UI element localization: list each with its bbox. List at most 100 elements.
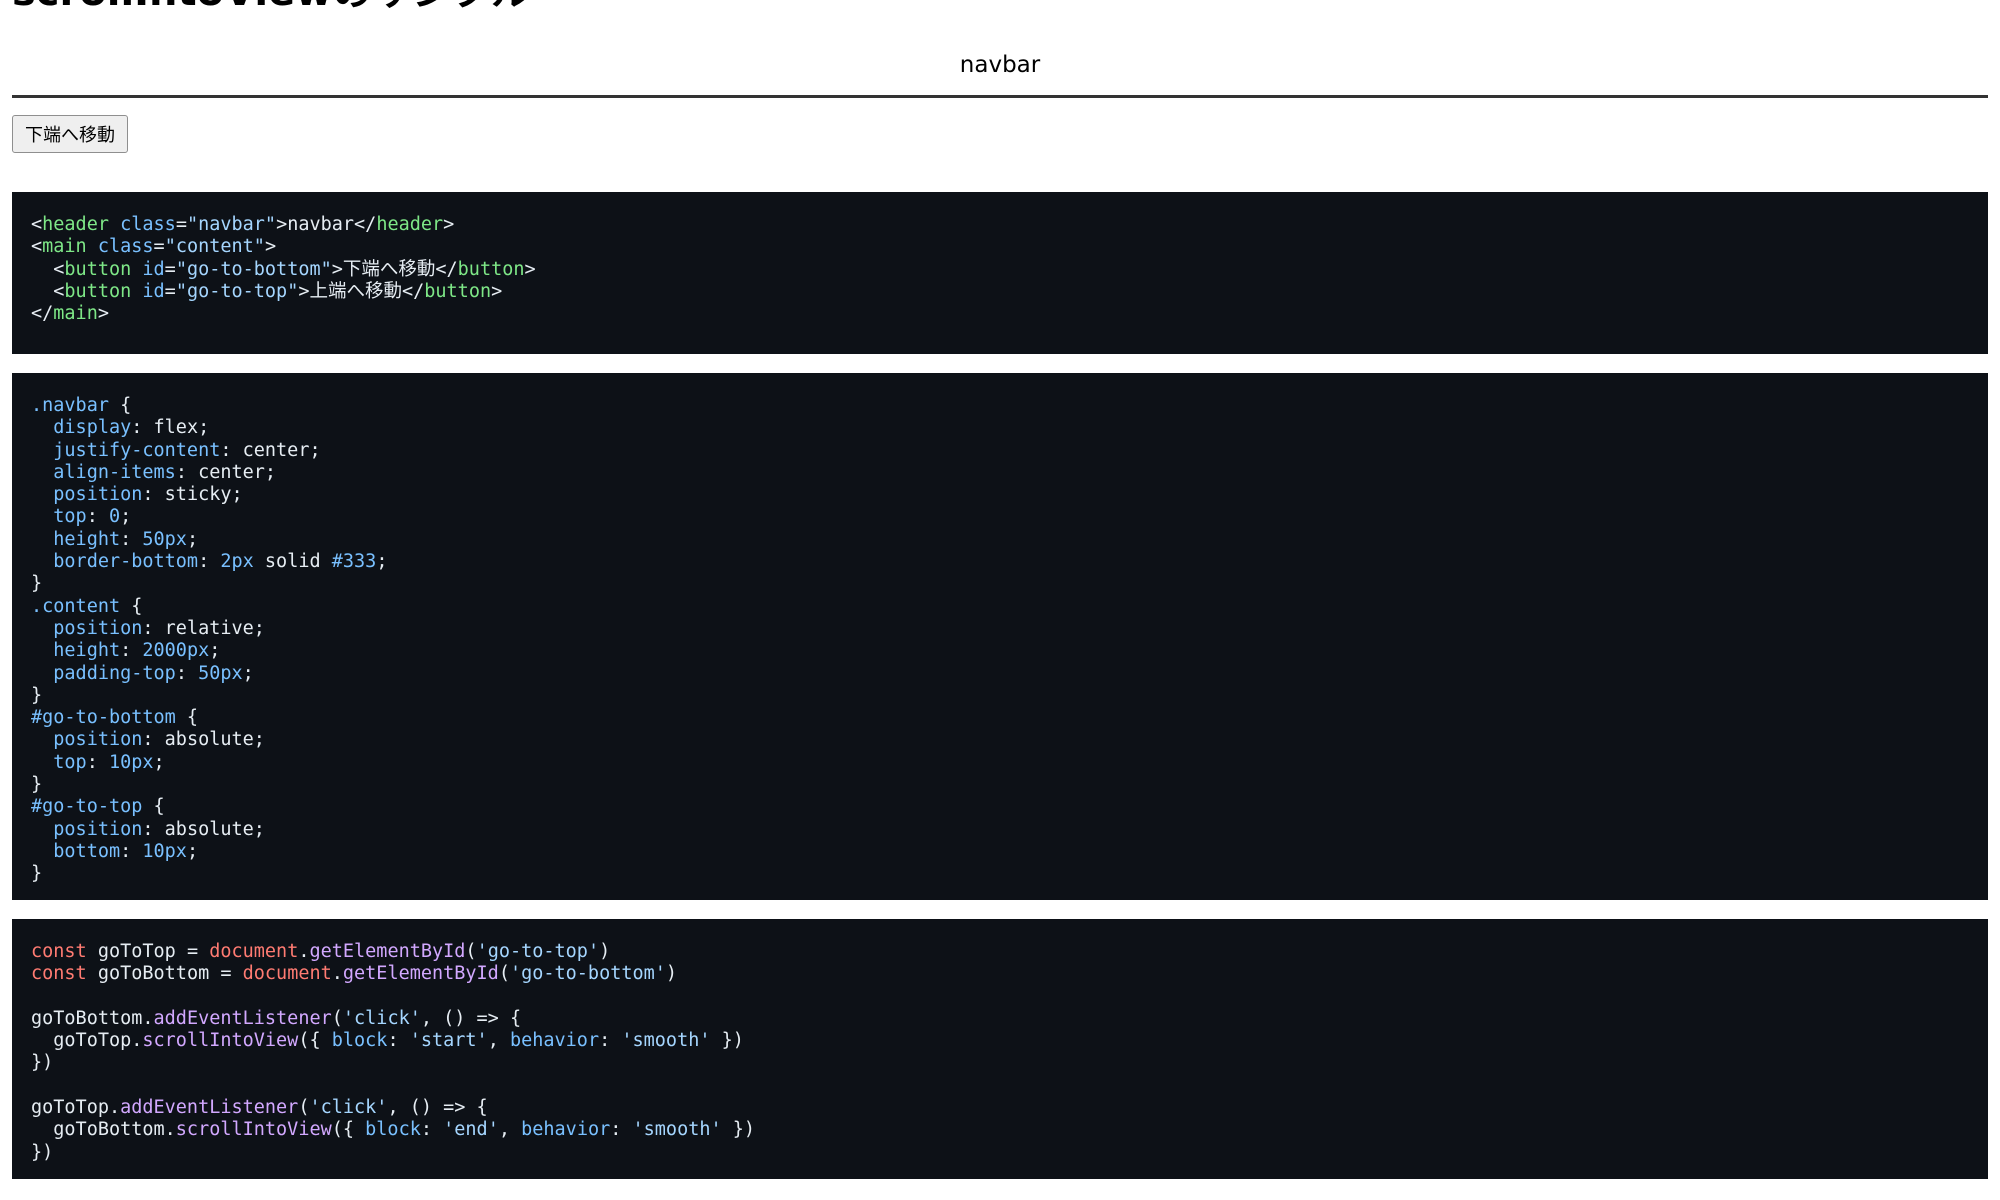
code-token: header <box>376 214 444 235</box>
code-token: > <box>491 280 503 302</box>
code-token: 'smooth' <box>632 1119 722 1141</box>
code-token: 0 <box>108 506 121 528</box>
code-token: ( <box>498 963 510 985</box>
code-token: : center; <box>220 439 321 461</box>
code-token: , () => { <box>420 1007 522 1029</box>
code-line: <header class="navbar">navbar</header> <box>31 214 454 235</box>
go-to-bottom-button[interactable]: 下端へ移動 <box>12 115 128 153</box>
code-token: getElementById <box>342 963 499 985</box>
code-token: { <box>175 707 199 729</box>
code-line: align-items: center; <box>31 462 276 483</box>
code-token: : sticky; <box>142 484 243 506</box>
code-line: bottom: 10px; <box>31 841 198 862</box>
code-token: header <box>42 214 109 235</box>
code-token: >上端へ移動</ <box>298 280 425 302</box>
code-line: </main> <box>31 303 109 324</box>
code-token: < <box>31 236 43 258</box>
code-line: position: absolute; <box>31 729 265 750</box>
code-token: scrollIntoView <box>175 1119 332 1141</box>
code-line: <button id="go-to-top">上端へ移動</button> <box>31 281 502 302</box>
code-token: > <box>443 214 455 235</box>
code-token: "content" <box>164 236 265 258</box>
code-token: document <box>209 941 299 962</box>
code-token: goToTop. <box>31 1097 121 1119</box>
code-token: : <box>387 1030 410 1052</box>
code-token: goToBottom = <box>86 963 243 985</box>
code-line: border-bottom: 2px solid #333; <box>31 551 387 572</box>
code-line: display: flex; <box>31 417 209 438</box>
code-token: button <box>457 258 525 280</box>
code-token: > <box>264 236 277 258</box>
code-token: #333 <box>331 551 377 573</box>
code-token: 10px <box>142 840 187 862</box>
code-token: : center; <box>175 461 277 483</box>
code-token: "go-to-top" <box>175 280 299 302</box>
code-token: goToTop. <box>31 1030 143 1052</box>
css-code-block: .navbar { display: flex; justify-content… <box>12 373 1988 900</box>
code-token: 'start' <box>409 1030 488 1052</box>
code-token: justify-content <box>53 439 221 461</box>
code-token: 50px <box>198 662 243 684</box>
code-token: #go-to-top <box>31 796 143 818</box>
code-token: main <box>53 303 98 325</box>
code-token: = <box>164 258 176 280</box>
code-token: "go-to-bottom" <box>175 258 332 280</box>
code-token: 'smooth' <box>621 1030 711 1052</box>
code-token: = <box>175 214 187 235</box>
code-token: >下端へ移動</ <box>331 258 458 280</box>
code-token: < <box>31 258 65 280</box>
code-token: ) <box>665 963 678 985</box>
code-token: : <box>86 506 109 528</box>
code-token: : <box>599 1030 622 1052</box>
navbar-label: navbar <box>959 52 1041 78</box>
code-token: : <box>420 1119 444 1141</box>
code-token: height <box>53 640 121 662</box>
code-token: addEventListener <box>120 1097 299 1119</box>
code-line: justify-content: center; <box>31 439 321 461</box>
code-token: .navbar <box>31 395 109 416</box>
code-token: 'end' <box>443 1119 499 1141</box>
page: scrollIntoViewのサンプル navbar 下端へ移動 <header… <box>0 0 2000 1200</box>
code-token: goToBottom. <box>31 1119 176 1141</box>
code-token: { <box>108 395 132 416</box>
code-token: : relative; <box>142 617 265 639</box>
code-token: bottom <box>53 840 121 862</box>
code-token: = <box>153 236 165 258</box>
code-token: } <box>31 863 43 885</box>
code-token: 50px <box>142 528 187 550</box>
code-line: const goToTop = document.getElementById(… <box>31 941 610 962</box>
code-token: 10px <box>108 751 154 773</box>
code-token: 'click' <box>342 1007 421 1029</box>
code-line: goToTop.addEventListener('click', () => … <box>31 1097 488 1118</box>
code-token: 'go-to-top' <box>476 941 600 962</box>
code-token: : <box>86 751 109 773</box>
code-token: "navbar" <box>186 214 277 235</box>
code-token: </ <box>31 303 54 325</box>
code-token: } <box>31 573 43 595</box>
code-token: : flex; <box>131 417 210 439</box>
code-line: } <box>31 685 42 706</box>
code-line: .navbar { <box>31 395 131 416</box>
code-token: border-bottom <box>53 551 199 573</box>
code-token: #go-to-bottom <box>31 707 176 729</box>
code-token: goToBottom. <box>31 1007 154 1029</box>
code-token: : <box>120 640 143 662</box>
code-token: ( <box>298 1097 310 1119</box>
code-line: #go-to-top { <box>31 796 165 817</box>
code-line: <main class="content"> <box>31 236 276 257</box>
code-token: button <box>64 258 132 280</box>
page-title: scrollIntoViewのサンプル <box>12 0 531 12</box>
code-line: goToBottom.scrollIntoView({ block: 'end'… <box>31 1119 755 1140</box>
code-token: document <box>242 963 332 985</box>
code-token: { <box>120 595 143 617</box>
code-token: ; <box>120 506 132 528</box>
